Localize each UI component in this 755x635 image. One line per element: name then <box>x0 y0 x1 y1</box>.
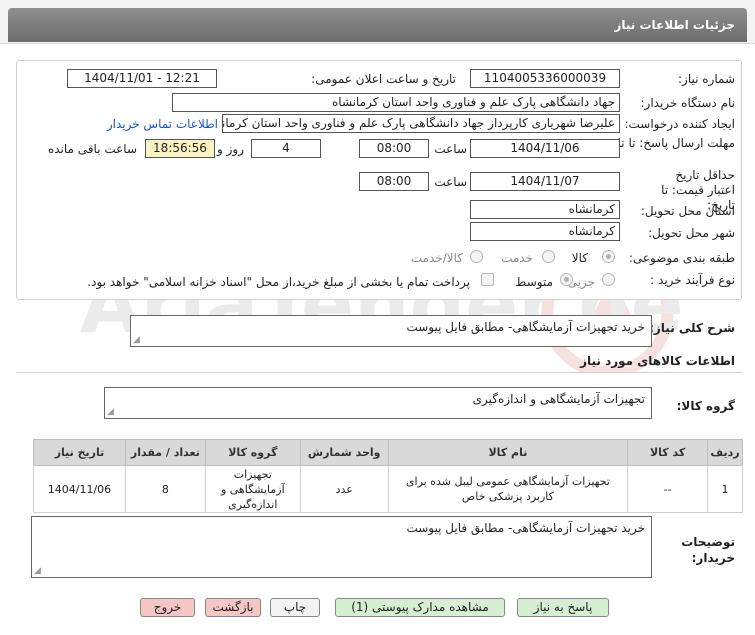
need-number-field: 1104005336000039 <box>470 69 620 88</box>
province-field: کرمانشاه <box>470 200 620 219</box>
validity-date-field: 1404/11/07 <box>470 172 620 191</box>
process-medium-label: متوسط <box>515 275 553 289</box>
table-row[interactable]: 1 -- تجهیزات آزمایشگاهی عمومی لیبل شده ب… <box>33 465 743 513</box>
cell-name: تجهیزات آزمایشگاهی عمومی لیبل شده برای ک… <box>387 465 629 513</box>
print-button[interactable]: چاپ <box>270 598 320 617</box>
buyer-notes-text: خرید تجهیزات آزمایشگاهی- مطابق فایل پیوس… <box>406 521 645 535</box>
category-service-radio[interactable] <box>542 250 555 263</box>
col-qty-header: تعداد / مقدار <box>124 439 206 466</box>
buyer-org-label: نام دستگاه خریدار: <box>640 96 736 110</box>
remaining-time-label: ساعت باقی مانده <box>47 142 137 156</box>
category-goods-label: کالا <box>571 251 588 265</box>
cell-group: تجهیزات آزمایشگاهی و اندازه‌گیری <box>204 465 301 513</box>
process-medium-radio[interactable] <box>560 273 573 286</box>
days-remaining-field: 4 <box>251 139 321 158</box>
cell-qty: 8 <box>124 465 206 513</box>
treasury-payment-note: پرداخت تمام یا بخشی از مبلغ خرید،از محل … <box>87 275 470 289</box>
process-label: نوع فرآیند خرید : <box>650 273 735 287</box>
buyer-org-field: جهاد دانشگاهی پارک علم و فناوری واحد است… <box>172 93 620 112</box>
exit-button[interactable]: خروج <box>140 598 195 617</box>
reply-time-label: ساعت <box>434 142 467 156</box>
category-goods-radio[interactable] <box>602 250 615 263</box>
buyer-notes-field: خرید تجهیزات آزمایشگاهی- مطابق فایل پیوس… <box>31 516 652 578</box>
reply-date-field: 1404/11/06 <box>470 139 620 158</box>
process-minor-radio[interactable] <box>602 273 615 286</box>
col-name-header: نام کالا <box>387 439 629 466</box>
category-both-radio[interactable] <box>470 250 483 263</box>
goods-group-field: تجهیزات آزمایشگاهی و اندازه‌گیری ◢ <box>104 387 652 419</box>
col-unit-header: واحد شمارش <box>299 439 389 466</box>
category-both-label: کالا/خدمت <box>410 251 463 265</box>
col-date-header: تاریخ نیاز <box>33 439 126 466</box>
announce-field: 1404/11/01 - 12:21 <box>67 69 217 88</box>
view-attachments-button[interactable]: مشاهده مدارک پیوستی (1) <box>335 598 505 617</box>
reply-time-field: 08:00 <box>359 139 429 158</box>
resize-grip-icon[interactable]: ◢ <box>34 566 41 576</box>
cell-date: 1404/11/06 <box>33 465 126 513</box>
province-label: استان محل تحویل: <box>640 204 735 218</box>
buyer-notes-label: توضیحات خریدار: <box>681 535 735 565</box>
reply-button[interactable]: پاسخ به نیاز <box>517 598 609 617</box>
goods-section-title: اطلاعات کالاهای مورد نیاز <box>580 354 735 368</box>
cell-code: -- <box>627 465 709 513</box>
remaining-time-field: 18:56:56 <box>145 139 215 158</box>
requester-label: ایجاد کننده درخواست: <box>624 117 735 131</box>
page-title: جزئیات اطلاعات نیاز <box>8 8 747 42</box>
goods-group-text: تجهیزات آزمایشگاهی و اندازه‌گیری <box>472 392 645 406</box>
description-text: خرید تجهیزات آزمایشگاهی- مطابق فایل پیوس… <box>406 320 645 334</box>
validity-time-field: 08:00 <box>359 172 429 191</box>
days-and-label: روز و <box>217 142 244 156</box>
category-service-label: خدمت <box>501 251 533 265</box>
announce-label: تاریخ و ساعت اعلان عمومی: <box>311 72 456 86</box>
goods-table: ردیف کد کالا نام کالا واحد شمارش گروه کا… <box>33 439 743 513</box>
validity-time-label: ساعت <box>434 175 467 189</box>
description-label: شرح کلی نیاز: <box>649 321 735 335</box>
resize-grip-icon[interactable]: ◢ <box>107 407 114 417</box>
goods-group-label: گروه کالا: <box>676 399 735 413</box>
buyer-contact-link[interactable]: اطلاعات تماس خریدار <box>107 117 218 131</box>
cell-unit: عدد <box>299 465 389 513</box>
back-button[interactable]: بازگشت <box>205 598 261 617</box>
col-code-header: کد کالا <box>627 439 709 466</box>
city-label: شهر محل تحویل: <box>648 226 735 240</box>
page-header: جزئیات اطلاعات نیاز <box>0 0 755 44</box>
cell-row: 1 <box>707 465 743 513</box>
category-label: طبقه بندی موضوعی: <box>628 251 735 265</box>
table-header-row: ردیف کد کالا نام کالا واحد شمارش گروه کا… <box>33 439 743 466</box>
resize-grip-icon[interactable]: ◢ <box>133 335 140 345</box>
col-group-header: گروه کالا <box>204 439 301 466</box>
requester-field: علیرضا شهریاری کارپرداز جهاد دانشگاهی پا… <box>222 114 620 133</box>
description-field: خرید تجهیزات آزمایشگاهی- مطابق فایل پیوس… <box>130 315 652 347</box>
col-row-header: ردیف <box>707 439 743 466</box>
treasury-payment-checkbox[interactable] <box>481 273 494 286</box>
divider <box>16 372 742 373</box>
city-field: کرمانشاه <box>470 222 620 241</box>
need-number-label: شماره نیاز: <box>678 72 735 86</box>
